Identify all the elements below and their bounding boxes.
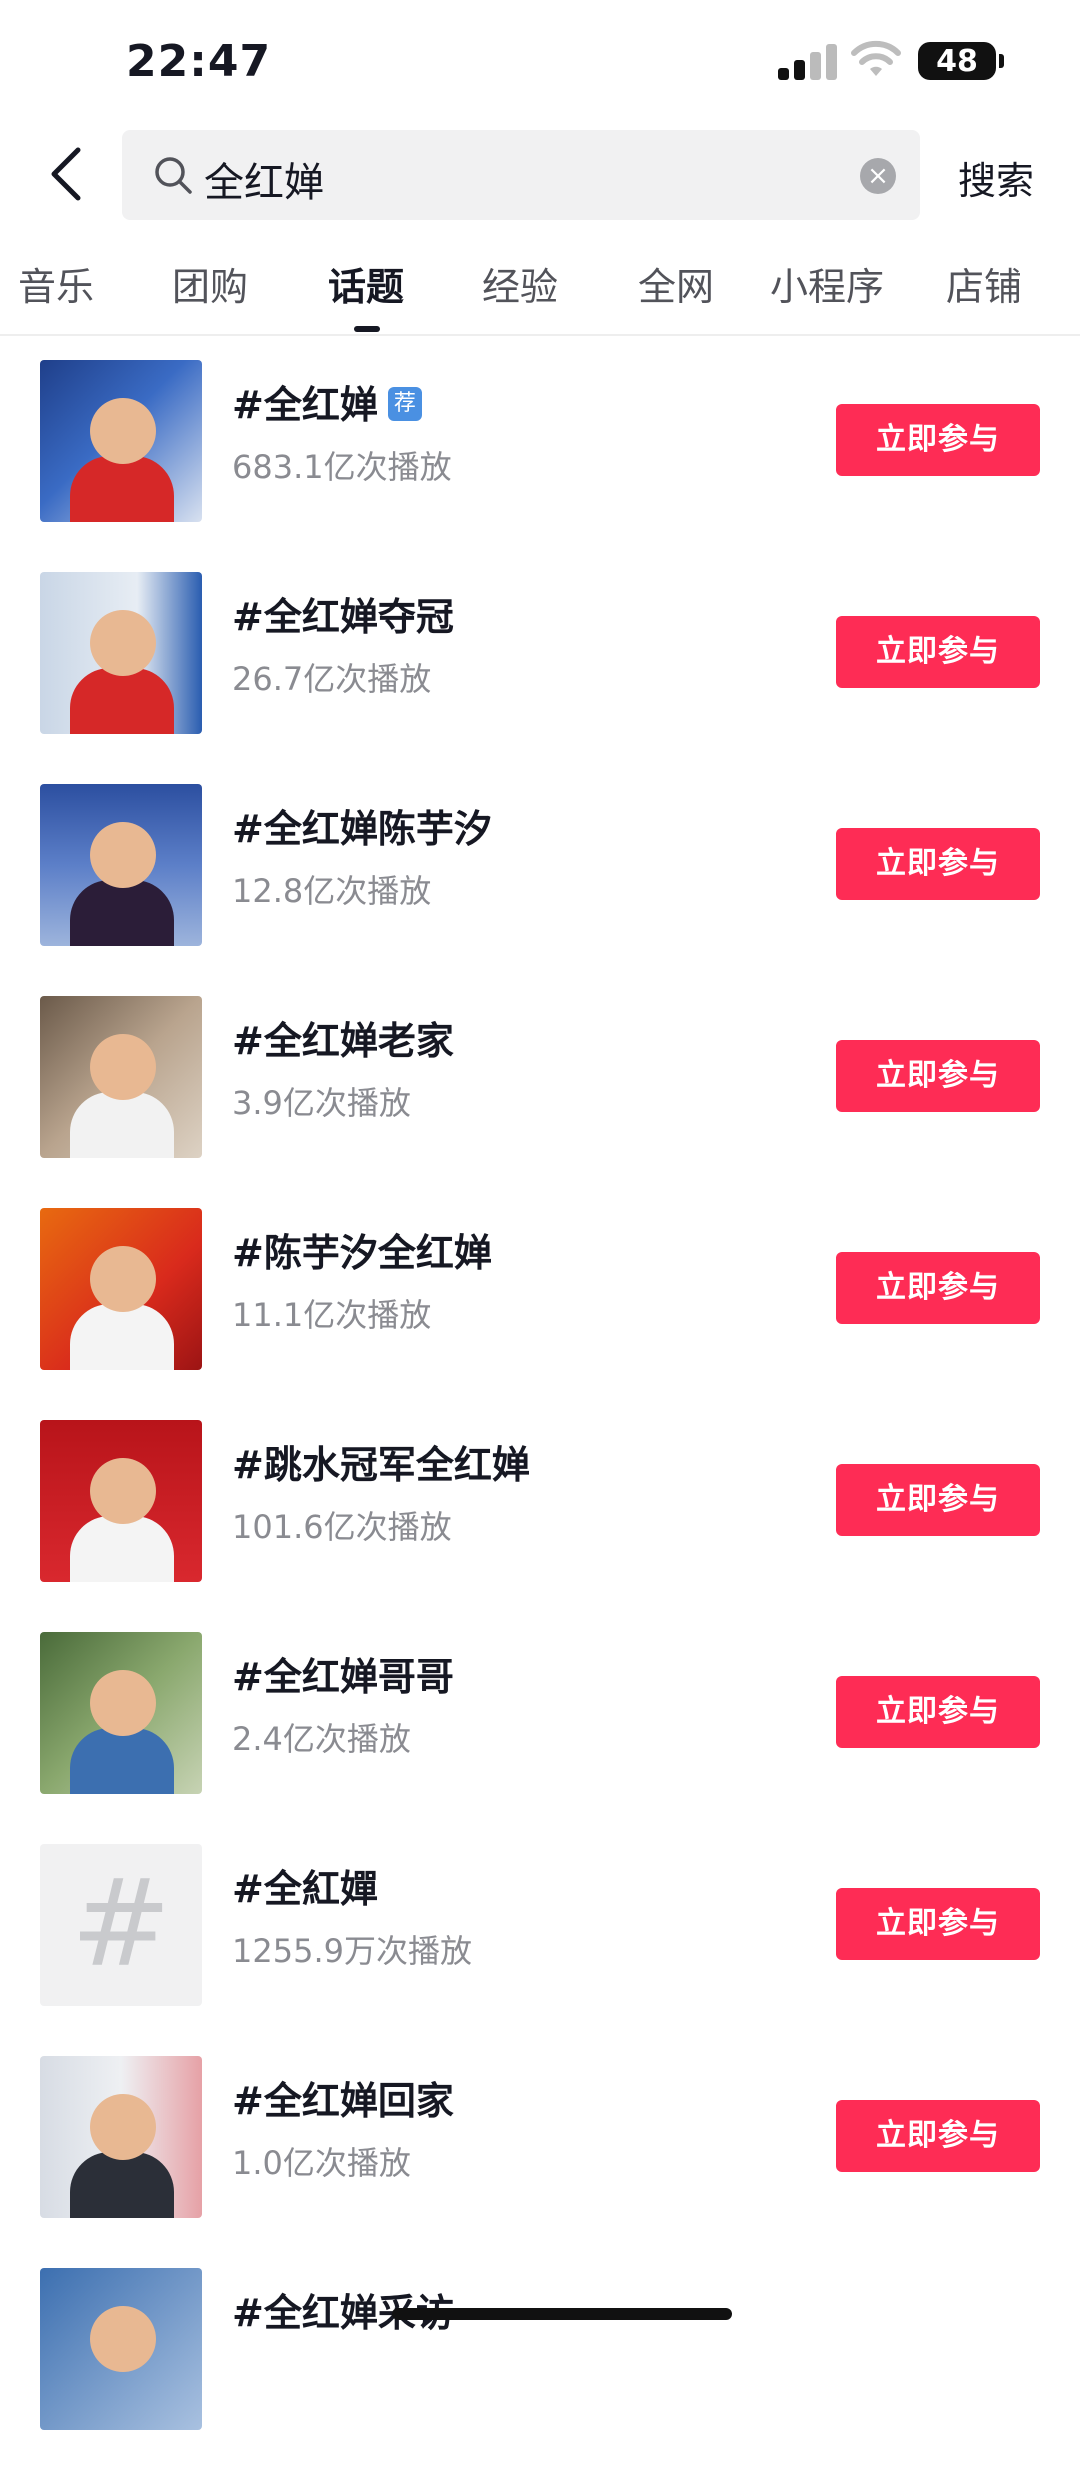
join-button[interactable]: 立即参与 <box>836 1888 1040 1960</box>
join-button[interactable]: 立即参与 <box>836 404 1040 476</box>
status-bar: 22:47 48 <box>0 0 1080 120</box>
list-item[interactable]: #全红婵采访 <box>0 2256 1080 2468</box>
recommend-badge: 荐 <box>387 386 422 421</box>
topic-play-count: 101.6亿次播放 <box>232 1508 452 1546</box>
chevron-left-icon[interactable] <box>42 144 92 204</box>
list-item[interactable]: #全红婵荐 683.1亿次播放 立即参与 <box>0 348 1080 560</box>
topic-thumbnail <box>40 2056 202 2218</box>
battery-indicator: 48 <box>918 42 1004 80</box>
list-item[interactable]: # #全紅嬋 1255.9万次播放 立即参与 <box>0 1832 1080 2044</box>
search-input[interactable]: 全红婵 × <box>122 130 920 220</box>
topic-title: #全红婵回家 <box>232 2079 454 2123</box>
list-item[interactable]: #陈芋汐全红婵 11.1亿次播放 立即参与 <box>0 1196 1080 1408</box>
topic-play-count: 3.9亿次播放 <box>232 1084 411 1122</box>
tab-group-buy[interactable]: 团购 <box>172 256 248 311</box>
topic-thumbnail <box>40 1420 202 1582</box>
list-item[interactable]: #全红婵回家 1.0亿次播放 立即参与 <box>0 2044 1080 2256</box>
list-item[interactable]: #跳水冠军全红婵 101.6亿次播放 立即参与 <box>0 1408 1080 1620</box>
topic-thumbnail <box>40 1208 202 1370</box>
join-button[interactable]: 立即参与 <box>836 1252 1040 1324</box>
hashtag-icon: # <box>40 1844 202 2006</box>
search-query-text[interactable]: 全红婵 <box>204 150 324 208</box>
search-header: 全红婵 × 搜索 <box>0 124 1080 224</box>
topic-thumbnail <box>40 784 202 946</box>
join-button[interactable]: 立即参与 <box>836 1040 1040 1112</box>
topic-play-count: 26.7亿次播放 <box>232 660 432 698</box>
topic-title: #全红婵哥哥 <box>232 1655 454 1699</box>
join-button[interactable]: 立即参与 <box>836 1676 1040 1748</box>
join-button[interactable]: 立即参与 <box>836 1464 1040 1536</box>
tab-experience[interactable]: 经验 <box>482 256 558 311</box>
cellular-signal-icon <box>778 44 838 80</box>
topic-title: #全红婵荐 <box>232 374 422 429</box>
clear-icon[interactable]: × <box>860 158 896 194</box>
topic-thumbnail <box>40 360 202 522</box>
tab-web[interactable]: 全网 <box>638 256 714 311</box>
topic-thumbnail <box>40 572 202 734</box>
status-time: 22:47 <box>126 36 272 87</box>
home-indicator <box>392 2308 732 2320</box>
tab-mini-program[interactable]: 小程序 <box>770 256 884 311</box>
topic-play-count: 12.8亿次播放 <box>232 872 432 910</box>
topic-play-count: 11.1亿次播放 <box>232 1296 432 1334</box>
topic-title: #跳水冠军全红婵 <box>232 1443 530 1487</box>
category-tabs: 音乐 团购 话题 经验 全网 小程序 店铺 <box>0 250 1080 336</box>
join-button[interactable]: 立即参与 <box>836 828 1040 900</box>
wifi-icon <box>851 40 901 76</box>
topic-play-count: 683.1亿次播放 <box>232 448 452 486</box>
join-button[interactable]: 立即参与 <box>836 2100 1040 2172</box>
join-button[interactable]: 立即参与 <box>836 616 1040 688</box>
topic-title: #全红婵夺冠 <box>232 595 454 639</box>
list-item[interactable]: #全红婵老家 3.9亿次播放 立即参与 <box>0 984 1080 1196</box>
topic-title: #陈芋汐全红婵 <box>232 1231 492 1275</box>
list-item[interactable]: #全红婵哥哥 2.4亿次播放 立即参与 <box>0 1620 1080 1832</box>
list-item[interactable]: #全红婵夺冠 26.7亿次播放 立即参与 <box>0 560 1080 772</box>
topic-thumbnail <box>40 996 202 1158</box>
topic-title: #全紅嬋 <box>232 1867 378 1911</box>
tab-music[interactable]: 音乐 <box>18 256 94 311</box>
search-icon <box>155 157 192 194</box>
search-button[interactable]: 搜索 <box>958 150 1034 205</box>
active-tab-indicator <box>354 326 380 332</box>
topic-play-count: 1.0亿次播放 <box>232 2144 411 2182</box>
topic-title: #全红婵陈芋汐 <box>232 807 492 851</box>
list-item[interactable]: #全红婵陈芋汐 12.8亿次播放 立即参与 <box>0 772 1080 984</box>
tab-store[interactable]: 店铺 <box>946 256 1022 311</box>
topic-play-count: 1255.9万次播放 <box>232 1932 472 1970</box>
topic-title: #全红婵老家 <box>232 1019 454 1063</box>
tab-topics[interactable]: 话题 <box>328 256 404 311</box>
topic-thumbnail <box>40 2268 202 2430</box>
topic-play-count: 2.4亿次播放 <box>232 1720 411 1758</box>
topic-thumbnail <box>40 1632 202 1794</box>
